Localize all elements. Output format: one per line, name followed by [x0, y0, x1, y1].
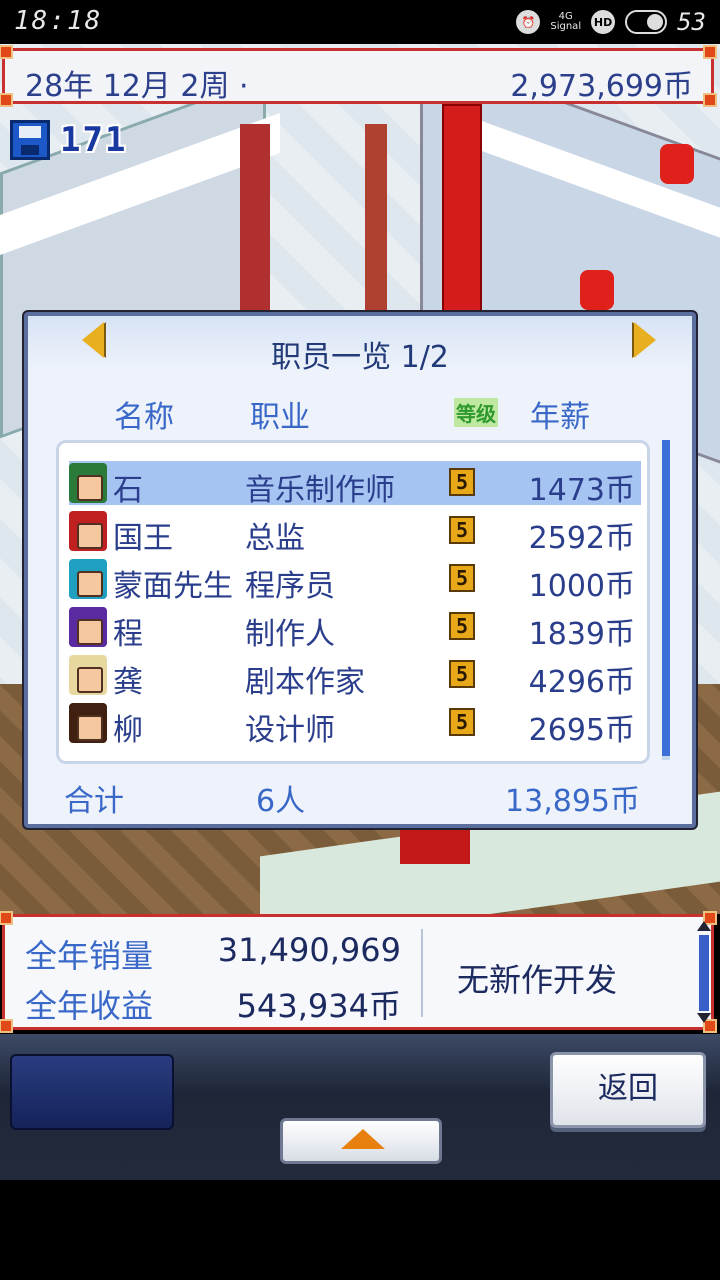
- list-scrollbar-thumb[interactable]: [662, 440, 670, 756]
- status-icons: ⏰ 4G Signal HD 53: [516, 6, 706, 38]
- staff-avatar: [69, 607, 107, 647]
- divider: [421, 929, 423, 1017]
- staff-level-badge: 5: [449, 660, 475, 688]
- staff-avatar: [69, 703, 107, 743]
- lantern-icon: [580, 270, 614, 310]
- status-time: 18:18: [14, 6, 103, 36]
- frame-corner: [0, 93, 13, 107]
- save-count: 171: [60, 120, 128, 160]
- staff-salary: 2592币: [528, 521, 635, 556]
- frame-corner: [0, 1019, 13, 1033]
- column-header-salary: 年薪: [530, 400, 590, 435]
- staff-name: 柳: [113, 713, 143, 748]
- top-info-bar: 28年 12月 2周 · 2,973,699币: [0, 45, 717, 107]
- signal-label: Signal: [550, 21, 582, 32]
- frame-corner: [0, 911, 13, 925]
- staff-salary: 1839币: [528, 617, 635, 652]
- staff-level-badge: 5: [449, 612, 475, 640]
- frame-corner: [703, 45, 717, 59]
- column-header-job: 职业: [250, 400, 310, 435]
- staff-row[interactable]: 国王 总监 5 2592币: [69, 509, 641, 556]
- lantern-icon: [660, 144, 694, 184]
- signal-icon: 4G Signal: [550, 12, 581, 32]
- game-date: 28年 12月 2周 ·: [25, 69, 249, 104]
- save-indicator[interactable]: 171: [10, 120, 127, 160]
- staff-row[interactable]: 龚 剧本作家 5 4296币: [69, 653, 641, 700]
- info-scrollbar[interactable]: [699, 935, 709, 1011]
- staff-row[interactable]: 石 音乐制作师 5 1473币: [69, 461, 641, 508]
- funds-display: 2,973,699币: [510, 69, 693, 104]
- scroll-up-icon[interactable]: [697, 921, 711, 931]
- panel-title: 职员一览 1/2: [271, 340, 449, 375]
- frame-corner: [703, 93, 717, 107]
- next-page-arrow-icon[interactable]: [634, 322, 656, 358]
- column-header-level: 等级: [454, 398, 498, 427]
- red-pillar: [365, 124, 387, 324]
- bottom-dock: 返回: [0, 1034, 720, 1180]
- staff-avatar: [69, 463, 107, 503]
- scroll-down-icon[interactable]: [697, 1013, 711, 1023]
- staff-row[interactable]: 柳 设计师 5 2695币: [69, 701, 641, 748]
- staff-list-panel: 职员一览 1/2 名称 职业 等级 年薪 石 音乐制作师 5 1473币 国王 …: [24, 312, 696, 828]
- toggle-icon: [625, 10, 668, 34]
- staff-level-badge: 5: [449, 564, 475, 592]
- staff-salary: 4296币: [528, 665, 635, 700]
- total-label: 合计: [64, 784, 124, 819]
- development-status: 无新作开发: [457, 961, 618, 999]
- staff-name: 程: [113, 617, 143, 652]
- staff-list: 石 音乐制作师 5 1473币 国王 总监 5 2592币 蒙面先生 程序员 5…: [56, 440, 650, 764]
- staff-job: 剧本作家: [245, 665, 365, 700]
- annual-sales-label: 全年销量: [25, 937, 154, 975]
- staff-name: 国王: [113, 521, 173, 556]
- expand-menu-button[interactable]: [280, 1118, 442, 1164]
- staff-job: 设计师: [245, 713, 335, 748]
- staff-row[interactable]: 程 制作人 5 1839币: [69, 605, 641, 652]
- total-salary: 13,895币: [505, 784, 640, 819]
- panel-header: 职员一览 1/2: [28, 316, 692, 375]
- annual-sales-value: 31,490,969: [217, 931, 401, 969]
- staff-avatar: [69, 559, 107, 599]
- floppy-disk-icon[interactable]: [10, 120, 50, 160]
- staff-level-badge: 5: [449, 516, 475, 544]
- list-scrollbar[interactable]: [662, 440, 670, 760]
- staff-level-badge: 5: [449, 468, 475, 496]
- back-button[interactable]: 返回: [550, 1052, 706, 1128]
- frame-corner: [0, 45, 13, 59]
- staff-avatar: [69, 511, 107, 551]
- battery-level: 53: [677, 8, 706, 36]
- staff-name: 石: [113, 473, 143, 508]
- staff-salary: 1000币: [528, 569, 635, 604]
- staff-salary: 1473币: [528, 473, 635, 508]
- staff-row[interactable]: 蒙面先生 程序员 5 1000币: [69, 557, 641, 604]
- staff-name: 蒙面先生: [113, 569, 233, 604]
- staff-salary: 2695币: [528, 713, 635, 748]
- status-bar: 18:18 ⏰ 4G Signal HD 53: [0, 0, 720, 44]
- annual-info-bar: 全年销量 31,490,969 全年收益 543,934币 无新作开发: [0, 911, 717, 1033]
- annual-income-value: 543,934币: [236, 987, 401, 1025]
- staff-avatar: [69, 655, 107, 695]
- hd-icon: HD: [591, 10, 616, 34]
- staff-job: 制作人: [245, 617, 335, 652]
- dock-left-panel[interactable]: [10, 1054, 174, 1130]
- staff-job: 总监: [245, 521, 305, 556]
- staff-name: 龚: [113, 665, 143, 700]
- gift-box: [400, 824, 470, 864]
- arrow-up-icon: [341, 1129, 385, 1149]
- staff-level-badge: 5: [449, 708, 475, 736]
- annual-income-label: 全年收益: [25, 987, 154, 1025]
- total-count: 6人: [256, 784, 306, 819]
- staff-job: 音乐制作师: [245, 473, 395, 508]
- red-pillar: [240, 124, 270, 344]
- column-header-name: 名称: [114, 400, 174, 435]
- alarm-icon: ⏰: [516, 10, 541, 34]
- staff-job: 程序员: [245, 569, 335, 604]
